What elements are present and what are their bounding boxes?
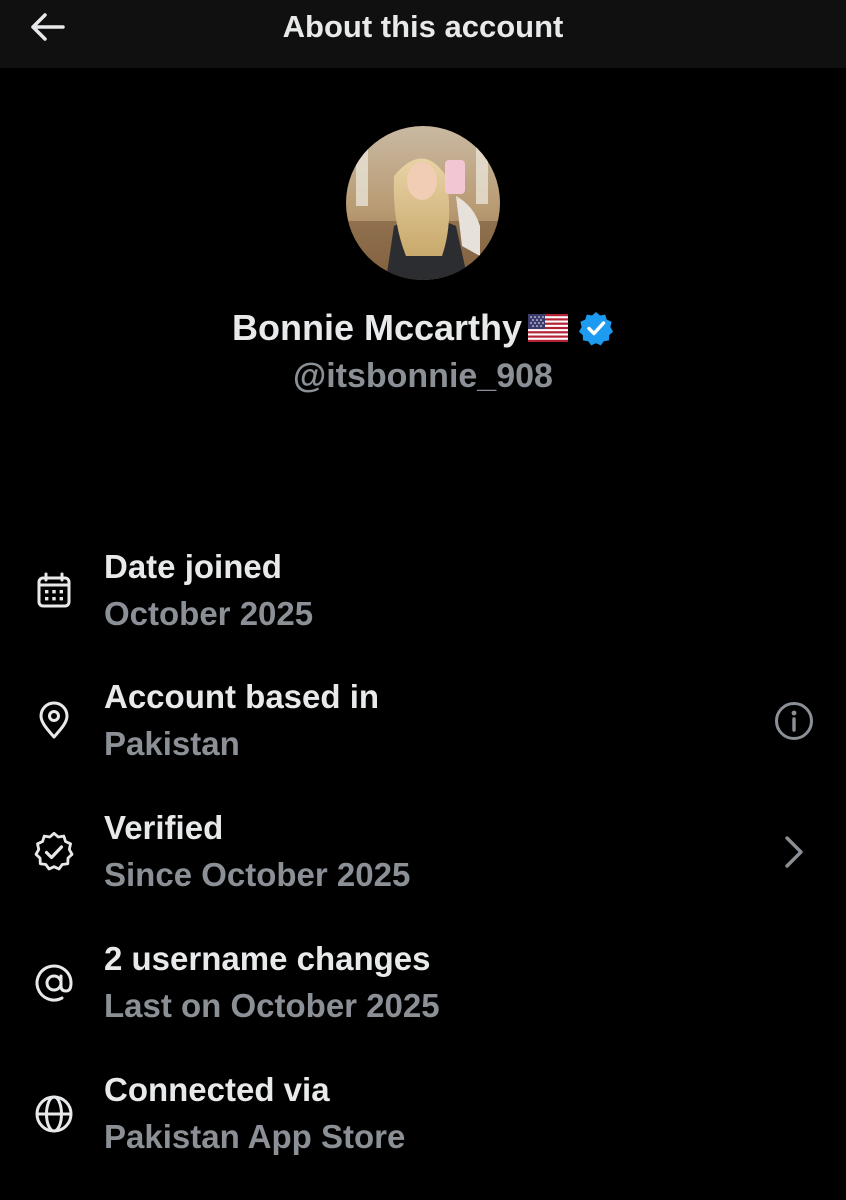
connected-via-value: Pakistan App Store <box>104 1118 406 1155</box>
date-joined-value: October 2025 <box>104 595 314 632</box>
calendar-icon <box>32 569 76 613</box>
verified-label: Verified <box>104 809 224 846</box>
location-pin-icon <box>32 699 76 743</box>
account-based-in-row: Account based in Pakistan <box>0 673 846 783</box>
verified-details-button[interactable] <box>772 830 816 874</box>
connected-via-row: Connected via Pakistan App Store <box>0 1066 846 1176</box>
verified-badge-icon[interactable] <box>578 310 614 346</box>
at-sign-icon <box>32 961 76 1005</box>
connected-via-label: Connected via <box>104 1071 330 1108</box>
username-handle: @itsbonnie_908 <box>293 357 553 395</box>
info-icon <box>775 702 813 740</box>
name-row: Bonnie Mccarthy <box>0 304 846 352</box>
account-based-in-label: Account based in <box>104 678 380 715</box>
avatar[interactable] <box>346 126 500 280</box>
verified-row[interactable]: Verified Since October 2025 <box>0 804 846 914</box>
username-changes-label: 2 username changes <box>104 940 431 977</box>
globe-icon <box>32 1092 76 1136</box>
date-joined-row: Date joined October 2025 <box>0 543 846 653</box>
page-title: About this account <box>282 9 564 44</box>
top-bar: About this account <box>0 0 846 68</box>
chevron-right-icon <box>785 836 803 868</box>
verified-outline-icon <box>32 830 76 874</box>
date-joined-label: Date joined <box>104 548 282 585</box>
display-name: Bonnie Mccarthy <box>231 307 523 348</box>
us-flag-icon <box>528 314 569 342</box>
info-button[interactable] <box>772 699 816 743</box>
username-changes-row: 2 username changes Last on October 2025 <box>0 935 846 1045</box>
account-based-in-value: Pakistan <box>104 725 240 762</box>
username-changes-value: Last on October 2025 <box>104 987 440 1024</box>
verified-value: Since October 2025 <box>104 856 411 893</box>
